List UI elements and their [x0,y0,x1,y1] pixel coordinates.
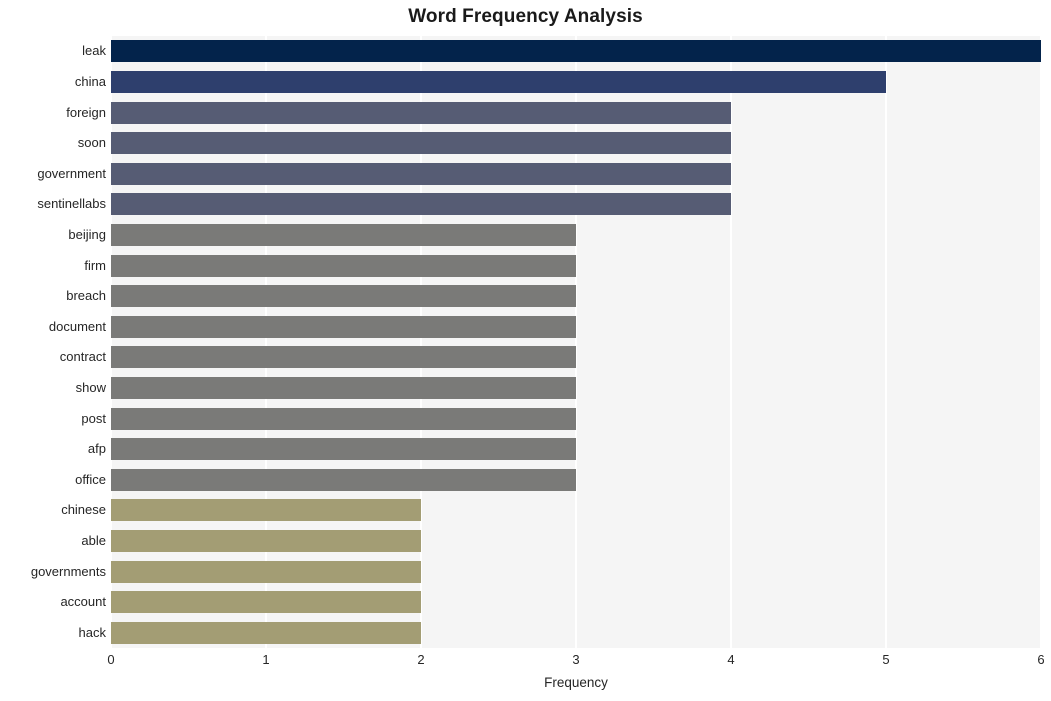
x-tick-label-2: 2 [417,652,425,667]
gridline-x-5 [885,36,887,648]
y-tick-label-sentinellabs: sentinellabs [37,196,106,212]
x-tick-label-5: 5 [882,652,890,667]
y-tick-label-firm: firm [84,257,106,273]
bar [111,499,421,522]
gridline-x-3 [575,36,577,648]
plot-area [111,36,1041,648]
y-tick-label-leak: leak [82,43,106,59]
gridline-x-0 [111,36,112,648]
y-tick-label-china: china [74,73,106,89]
bar [111,162,731,185]
word-frequency-chart: Word Frequency Analysis leak china foreign… [0,0,1051,701]
bar [111,438,576,461]
bar [111,70,886,93]
y-tick-label-breach: breach [66,288,106,304]
y-tick-label-document: document [48,318,106,334]
bar [111,529,421,552]
bar [111,376,576,399]
y-tick-label-governments: governments [30,563,106,579]
x-tick-label-1: 1 [262,652,270,667]
x-axis-tick-labels: 0 1 2 3 4 5 6 [107,652,1045,674]
x-tick-label-6: 6 [1037,652,1045,667]
chart-title: Word Frequency Analysis [408,6,643,27]
y-axis-tick-labels: leak china foreign soon government sentinella… [0,36,106,648]
x-tick-label-0: 0 [107,652,115,667]
y-tick-label-able: able [81,532,106,548]
bar [111,591,421,614]
bar [111,223,576,246]
y-tick-label-hack: hack [78,624,106,640]
y-tick-label-foreign: foreign [66,104,106,120]
bar [111,132,731,155]
bar [111,254,576,277]
bar [111,101,731,124]
y-tick-label-post: post [81,410,106,426]
y-tick-label-account: account [60,594,106,610]
gridline-x-6 [1040,36,1041,648]
gridline-x-2 [420,36,422,648]
bar [111,468,576,491]
bar [111,193,731,216]
bar [111,315,576,338]
gridline-x-4 [730,36,732,648]
y-tick-label-chinese: chinese [61,502,106,518]
bar [111,560,421,583]
y-tick-label-contract: contract [59,349,106,365]
y-tick-label-show: show [75,379,106,395]
y-tick-label-office: office [75,471,106,487]
bar [111,346,576,369]
x-tick-label-4: 4 [727,652,735,667]
gridline-x-1 [265,36,267,648]
bar [111,40,1041,63]
y-tick-label-government: government [37,165,106,181]
y-tick-label-afp: afp [87,441,106,457]
y-tick-label-beijing: beijing [68,226,106,242]
y-tick-label-soon: soon [77,135,106,151]
bar [111,407,576,430]
x-tick-label-3: 3 [572,652,580,667]
bar [111,621,421,644]
bar [111,285,576,308]
x-axis-title: Frequency [544,675,608,690]
